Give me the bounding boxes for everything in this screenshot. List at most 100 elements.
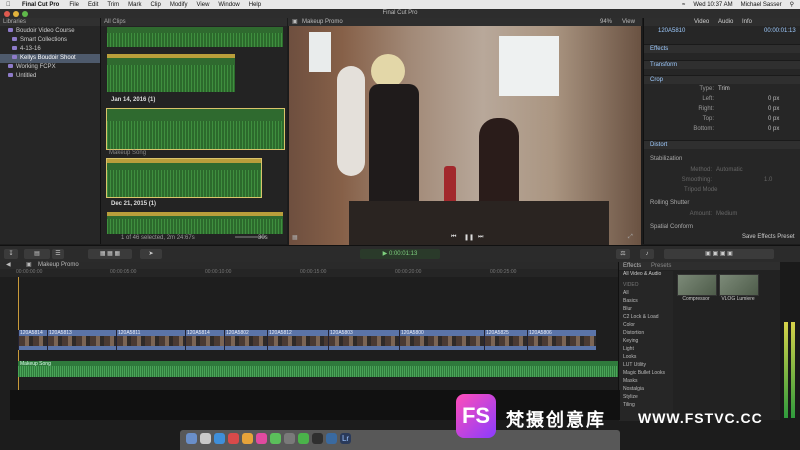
launchpad-icon[interactable] bbox=[200, 433, 211, 444]
library-item[interactable]: Working FCPX bbox=[0, 63, 100, 72]
crop-type-value[interactable]: Trim bbox=[718, 86, 730, 92]
rs-amount-value[interactable]: Medium bbox=[716, 211, 737, 217]
effect-thumbnail[interactable] bbox=[677, 274, 717, 296]
stab-method-value[interactable]: Automatic bbox=[716, 167, 743, 173]
apple-icon[interactable]:  bbox=[6, 2, 11, 8]
timeline-clip[interactable]: 120A5812 bbox=[267, 330, 328, 350]
timeline-clip[interactable]: 120A5803 bbox=[328, 330, 399, 350]
category-item[interactable]: Distortion bbox=[623, 330, 673, 338]
evernote-icon[interactable] bbox=[298, 433, 309, 444]
crop-top-value[interactable]: 0 px bbox=[768, 116, 779, 122]
menu-window[interactable]: Window bbox=[218, 2, 239, 8]
safari-icon[interactable] bbox=[214, 433, 225, 444]
edit-buttons[interactable]: ▦ ▦ ▦ bbox=[88, 249, 132, 259]
save-effects-preset-button[interactable]: Save Effects Preset bbox=[742, 234, 795, 240]
library-item-selected[interactable]: Kellys Boudoir Shoot bbox=[0, 54, 100, 63]
category-item[interactable]: Magic Bullet Looks bbox=[623, 370, 673, 378]
menu-file[interactable]: File bbox=[69, 2, 79, 8]
list-icon[interactable]: ☰ bbox=[52, 249, 64, 259]
finder-icon[interactable] bbox=[186, 433, 197, 444]
itunes-icon[interactable] bbox=[256, 433, 267, 444]
timeline-clip[interactable]: 120A5806 bbox=[527, 330, 596, 350]
keyword-icon[interactable]: ▤ bbox=[24, 249, 50, 259]
close-icon[interactable] bbox=[4, 10, 10, 17]
tripod-mode[interactable]: Tripod Mode bbox=[684, 187, 717, 193]
category-item[interactable]: All bbox=[623, 290, 673, 298]
app-icon[interactable] bbox=[326, 433, 337, 444]
tab-effects[interactable]: Effects bbox=[623, 262, 641, 270]
timeline-ruler[interactable]: 00:00:00:00 00:00:05:00 00:00:10:00 00:0… bbox=[0, 269, 618, 277]
viewer-zoom[interactable]: 94% bbox=[600, 18, 612, 26]
timeline-clip[interactable]: 120A5811 bbox=[116, 330, 185, 350]
section-distort[interactable]: Distort bbox=[644, 140, 800, 149]
zoom-icon[interactable] bbox=[22, 10, 28, 17]
browser-toggles[interactable]: ▣ ▣ ▣ ▣ bbox=[664, 249, 774, 259]
back-icon[interactable]: ◀ bbox=[6, 262, 11, 269]
stab-smoothing-value[interactable]: 1.0 bbox=[764, 177, 772, 183]
crop-left-value[interactable]: 0 px bbox=[768, 96, 779, 102]
tab-audio[interactable]: Audio bbox=[718, 19, 733, 25]
select-tool-icon[interactable]: ➤ bbox=[140, 249, 162, 259]
section-crop[interactable]: Crop bbox=[644, 75, 800, 84]
tab-presets[interactable]: Presets bbox=[651, 262, 671, 270]
audio-track[interactable]: Makeup Song bbox=[18, 361, 618, 377]
category-item[interactable]: Basics bbox=[623, 298, 673, 306]
category-item[interactable]: Keying bbox=[623, 338, 673, 346]
library-item[interactable]: Boudoir Video Course bbox=[0, 27, 100, 36]
browser-clip[interactable] bbox=[107, 212, 283, 234]
view-menu[interactable]: View bbox=[622, 18, 635, 26]
clock[interactable]: Wed 10:37 AM bbox=[693, 2, 732, 8]
menu-clip[interactable]: Clip bbox=[150, 2, 160, 8]
category-item[interactable]: Looks bbox=[623, 354, 673, 362]
timeline-clip[interactable]: 120A5814 bbox=[185, 330, 224, 350]
timeline-clip[interactable]: 120A5814 bbox=[18, 330, 47, 350]
effect-thumbnail[interactable] bbox=[719, 274, 759, 296]
category-item[interactable]: Light bbox=[623, 346, 673, 354]
audio-skim-icon[interactable]: ♪ bbox=[640, 249, 654, 259]
category-item[interactable]: Blur bbox=[623, 306, 673, 314]
menu-view[interactable]: View bbox=[197, 2, 210, 8]
app-menu[interactable]: Final Cut Pro bbox=[22, 2, 59, 8]
tab-info[interactable]: Info bbox=[742, 19, 752, 25]
lightroom-icon[interactable]: Lr bbox=[340, 433, 351, 444]
messages-icon[interactable] bbox=[270, 433, 281, 444]
play-back-icon[interactable]: ⏮ bbox=[451, 234, 456, 241]
spotlight-icon[interactable]: ⚲ bbox=[790, 1, 794, 8]
video-frame[interactable] bbox=[289, 26, 641, 246]
menu-modify[interactable]: Modify bbox=[170, 2, 188, 8]
timeline-clip[interactable]: 120A5800 bbox=[399, 330, 484, 350]
crop-right-value[interactable]: 0 px bbox=[768, 106, 779, 112]
menu-help[interactable]: Help bbox=[249, 2, 261, 8]
timeline-clip[interactable]: 120A5813 bbox=[47, 330, 116, 350]
browser-clip[interactable] bbox=[106, 158, 262, 198]
library-item[interactable]: 4-13-16 bbox=[0, 45, 100, 54]
browser-clip[interactable] bbox=[107, 27, 283, 47]
library-item[interactable]: Untitled bbox=[0, 72, 100, 81]
wifi-icon[interactable]: ≈ bbox=[682, 2, 685, 8]
viewer-layout-icon[interactable]: ▦ bbox=[292, 234, 298, 241]
play-forward-icon[interactable]: ⏭ bbox=[478, 234, 483, 241]
skimming-icon[interactable]: ⚖ bbox=[616, 249, 630, 259]
notes-icon[interactable] bbox=[242, 433, 253, 444]
fcp-icon[interactable] bbox=[312, 433, 323, 444]
import-icon[interactable]: ↧ bbox=[4, 249, 18, 259]
section-effects[interactable]: Effects bbox=[644, 44, 800, 53]
user-name[interactable]: Michael Sasser bbox=[741, 2, 782, 8]
browser-clip[interactable] bbox=[107, 54, 235, 92]
timeline-clip[interactable]: 120A5825 bbox=[484, 330, 527, 350]
category-item[interactable]: Color bbox=[623, 322, 673, 330]
category-item[interactable]: C2 Lock & Load bbox=[623, 314, 673, 322]
fullscreen-icon[interactable]: ⤢ bbox=[628, 234, 633, 241]
crop-bottom-value[interactable]: 0 px bbox=[768, 126, 779, 132]
section-transform[interactable]: Transform bbox=[644, 60, 800, 69]
tab-video[interactable]: Video bbox=[694, 19, 709, 25]
calendar-icon[interactable] bbox=[228, 433, 239, 444]
menu-trim[interactable]: Trim bbox=[107, 2, 119, 8]
section-stabilization[interactable]: Stabilization bbox=[644, 155, 800, 164]
library-item[interactable]: Smart Collections bbox=[0, 36, 100, 45]
timeline-clip[interactable]: 120A5802 bbox=[224, 330, 267, 350]
category-item[interactable]: Masks bbox=[623, 378, 673, 386]
menu-edit[interactable]: Edit bbox=[88, 2, 98, 8]
section-spatial-conform[interactable]: Spatial Conform bbox=[644, 223, 800, 232]
clip-filter[interactable]: All Clips bbox=[104, 19, 126, 25]
